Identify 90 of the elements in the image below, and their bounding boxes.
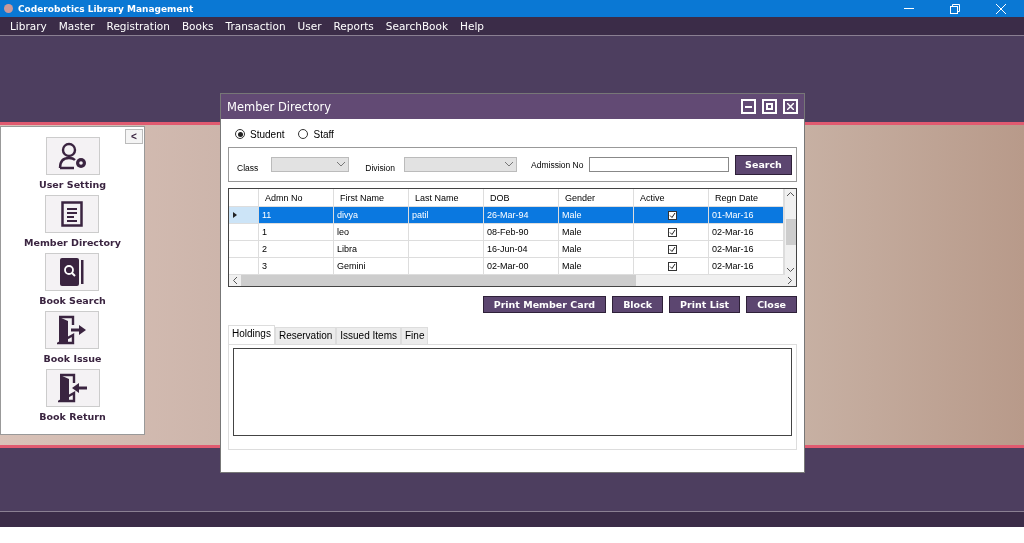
- chevron-up-icon: [787, 192, 794, 196]
- radio-option[interactable]: Staff: [298, 128, 334, 140]
- active-checkbox[interactable]: [668, 261, 677, 271]
- action-button[interactable]: Block: [612, 296, 664, 313]
- close-button[interactable]: [783, 99, 798, 114]
- table-cell: Male: [559, 241, 634, 257]
- active-checkbox[interactable]: [668, 227, 677, 237]
- sidebar-label[interactable]: Book Issue: [43, 353, 102, 364]
- tab[interactable]: Issued Items: [336, 327, 401, 344]
- minimize-button[interactable]: [741, 99, 756, 114]
- division-label: Division: [365, 162, 396, 173]
- table-cell: 1: [259, 224, 334, 240]
- sidebar-tile[interactable]: [45, 369, 100, 407]
- minimize-icon: [904, 7, 914, 10]
- table-cell: 08-Feb-90: [484, 224, 559, 240]
- sidebar-label[interactable]: Book Return: [39, 411, 106, 422]
- table-cell: Male: [559, 207, 634, 223]
- dialog-title: Member Directory: [227, 99, 332, 114]
- table-cell: leo: [334, 224, 409, 240]
- table-cell: Libra: [334, 241, 409, 257]
- tab[interactable]: Reservation: [274, 327, 337, 344]
- vertical-scrollbar[interactable]: [784, 189, 796, 275]
- table-cell: 16-Jun-04: [484, 241, 559, 257]
- door-arrow-icon: [57, 315, 88, 345]
- table-cell: patil: [409, 207, 484, 223]
- close-icon: [787, 103, 794, 110]
- table-cell: Male: [559, 224, 634, 240]
- maximize-icon: [766, 103, 773, 110]
- menu-item[interactable]: Transaction: [219, 20, 292, 32]
- sidebar-label[interactable]: Member Directory: [24, 237, 121, 248]
- column-header[interactable]: DOB: [484, 189, 559, 206]
- radio-option[interactable]: Student: [235, 128, 285, 140]
- action-button[interactable]: Print Member Card: [482, 296, 607, 313]
- book-search-icon: [60, 258, 85, 286]
- tab[interactable]: Holdings: [228, 325, 275, 344]
- class-label: Class: [237, 162, 259, 173]
- window-title: Coderobotics Library Management: [18, 3, 195, 14]
- menu-item[interactable]: Library: [4, 20, 53, 32]
- close-icon: [996, 3, 1006, 14]
- table-cell: 02-Mar-00: [484, 258, 559, 274]
- row-pointer-icon: [233, 212, 237, 218]
- table-cell: 11: [259, 207, 334, 223]
- app-icon: [4, 4, 13, 13]
- chevron-down-icon: [505, 162, 514, 167]
- table-cell: 3: [259, 258, 334, 274]
- user-gear-icon: [57, 142, 88, 170]
- menu-item[interactable]: Books: [175, 20, 220, 32]
- column-header[interactable]: Gender: [559, 189, 634, 206]
- column-header[interactable]: Active: [634, 189, 709, 206]
- menu-item[interactable]: Registration: [100, 20, 176, 32]
- column-header[interactable]: Admn No: [259, 189, 334, 206]
- menu-item[interactable]: Help: [454, 20, 490, 32]
- chevron-left-icon: [233, 277, 237, 284]
- table-cell: 2: [259, 241, 334, 257]
- table-cell: 01-Mar-16: [709, 207, 784, 223]
- action-button[interactable]: Close: [746, 296, 797, 313]
- chevron-down-icon: [787, 268, 794, 272]
- column-header[interactable]: Last Name: [409, 189, 484, 206]
- chevron-right-icon: [788, 277, 792, 284]
- sidebar-tile[interactable]: [45, 137, 100, 175]
- menu-item[interactable]: Reports: [327, 20, 380, 32]
- collapse-button[interactable]: <: [125, 129, 143, 144]
- table-cell: Gemini: [334, 258, 409, 274]
- sidebar-tile[interactable]: [45, 195, 100, 233]
- maximize-button[interactable]: [762, 99, 777, 114]
- sidebar-label[interactable]: Book Search: [39, 295, 106, 306]
- active-checkbox[interactable]: [668, 210, 677, 220]
- door-arrow-icon: [57, 373, 88, 403]
- search-button[interactable]: Search: [735, 154, 792, 175]
- chevron-down-icon: [337, 162, 346, 167]
- sidebar-tile[interactable]: [45, 253, 100, 291]
- menu-item[interactable]: Master: [52, 20, 101, 32]
- table-cell: divya: [334, 207, 409, 223]
- restore-icon: [950, 3, 960, 14]
- table-cell: 26-Mar-94: [484, 207, 559, 223]
- document-icon: [61, 201, 84, 227]
- sidebar-label[interactable]: User Setting: [39, 179, 106, 190]
- tab[interactable]: Fine: [401, 327, 429, 344]
- menu-item[interactable]: SearchBook: [379, 20, 455, 32]
- admission-label: Admission No: [531, 159, 584, 170]
- column-header[interactable]: First Name: [334, 189, 409, 206]
- menu-item[interactable]: User: [291, 20, 328, 32]
- horizontal-scrollbar[interactable]: [229, 275, 796, 286]
- action-button[interactable]: Print List: [669, 296, 741, 313]
- table-cell: Male: [559, 258, 634, 274]
- minimize-icon: [745, 105, 752, 108]
- row-header[interactable]: [229, 207, 259, 223]
- active-checkbox[interactable]: [668, 244, 677, 254]
- admission-field[interactable]: [589, 157, 730, 172]
- sidebar-tile[interactable]: [45, 311, 100, 349]
